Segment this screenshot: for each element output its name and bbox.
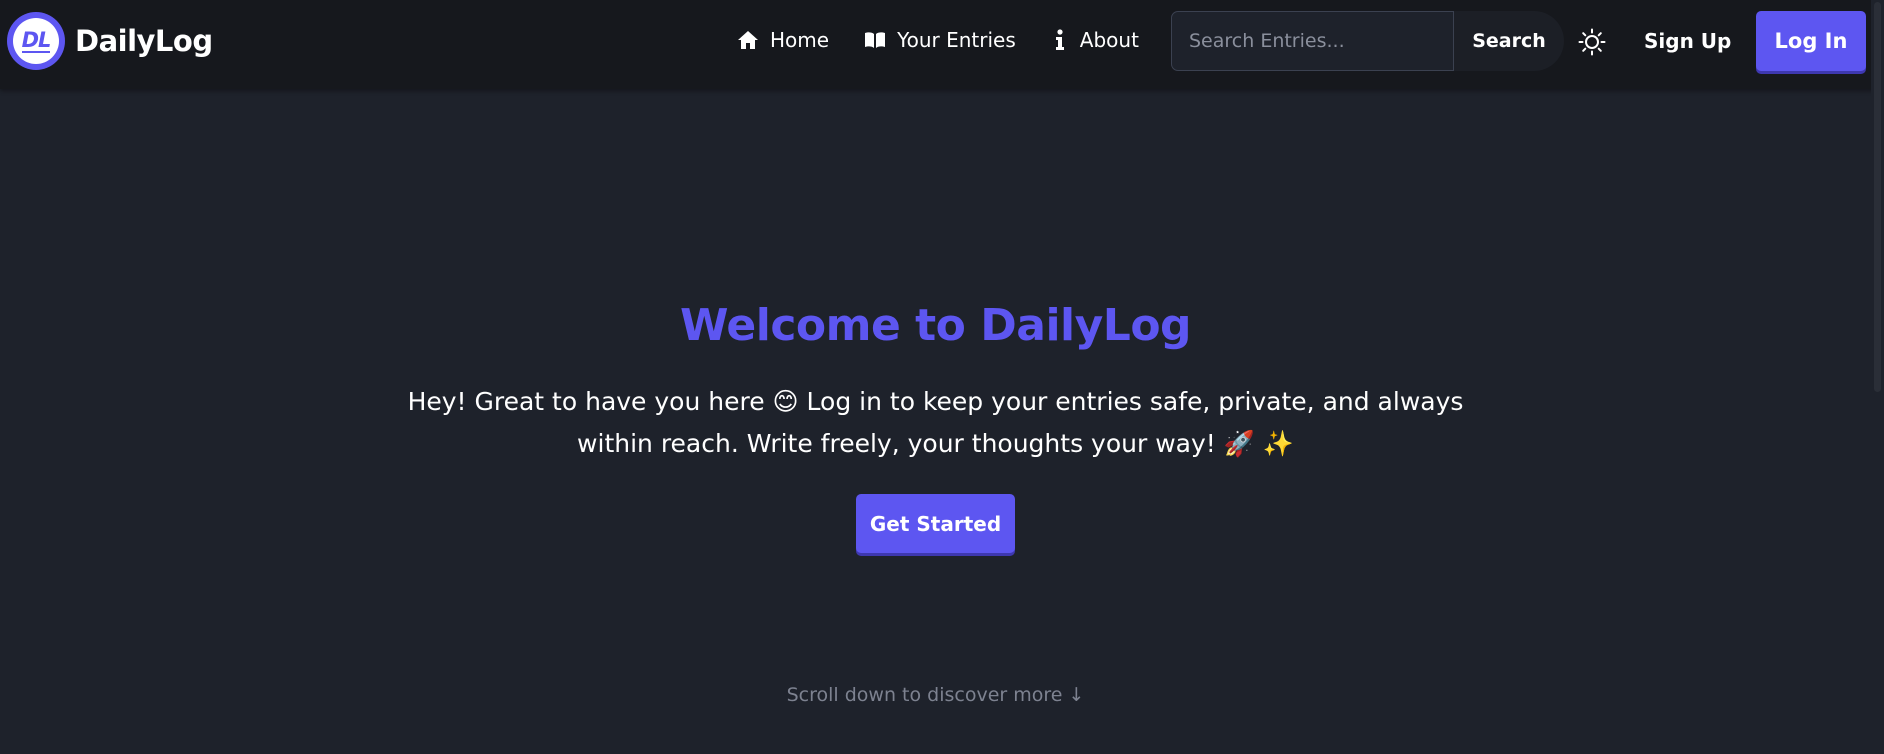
get-started-button[interactable]: Get Started: [856, 494, 1015, 553]
scrollbar-thumb[interactable]: [1874, 2, 1881, 392]
page-scrollbar[interactable]: [1871, 0, 1884, 754]
nav-link-home-label: Home: [770, 28, 830, 52]
main-nav: Home Your Entries About: [737, 28, 1139, 52]
search-group: Search: [1171, 11, 1564, 71]
brand-name[interactable]: DailyLog: [75, 24, 213, 58]
login-button[interactable]: Log In: [1756, 11, 1866, 71]
hero-section: Welcome to DailyLog Hey! Great to have y…: [0, 300, 1871, 553]
hero-title: Welcome to DailyLog: [679, 300, 1192, 351]
nav-link-about[interactable]: About: [1051, 28, 1139, 52]
nav-link-about-label: About: [1079, 28, 1139, 52]
nav-link-home[interactable]: Home: [737, 28, 829, 52]
scroll-hint: Scroll down to discover more ↓: [786, 684, 1085, 706]
brand-logo[interactable]: DL: [7, 12, 65, 70]
hero-text: Hey! Great to have you here 😊 Log in to …: [407, 387, 1464, 458]
signup-link[interactable]: Sign Up: [1644, 29, 1731, 53]
search-input[interactable]: [1171, 11, 1454, 71]
home-icon: [737, 30, 759, 50]
nav-link-entries[interactable]: Your Entries: [864, 28, 1016, 52]
info-icon: [1051, 29, 1069, 51]
search-button[interactable]: Search: [1454, 11, 1564, 71]
brand[interactable]: DL DailyLog: [7, 12, 213, 70]
theme-toggle[interactable]: [1578, 28, 1606, 56]
nav-link-entries-label: Your Entries: [897, 28, 1016, 52]
brand-logo-badge: DL: [13, 18, 59, 64]
brand-logo-text: DL: [21, 28, 51, 53]
navbar: DL DailyLog Home Your Entries About Sear…: [0, 0, 1884, 89]
book-icon: [864, 31, 886, 49]
sun-icon: [1578, 28, 1606, 60]
